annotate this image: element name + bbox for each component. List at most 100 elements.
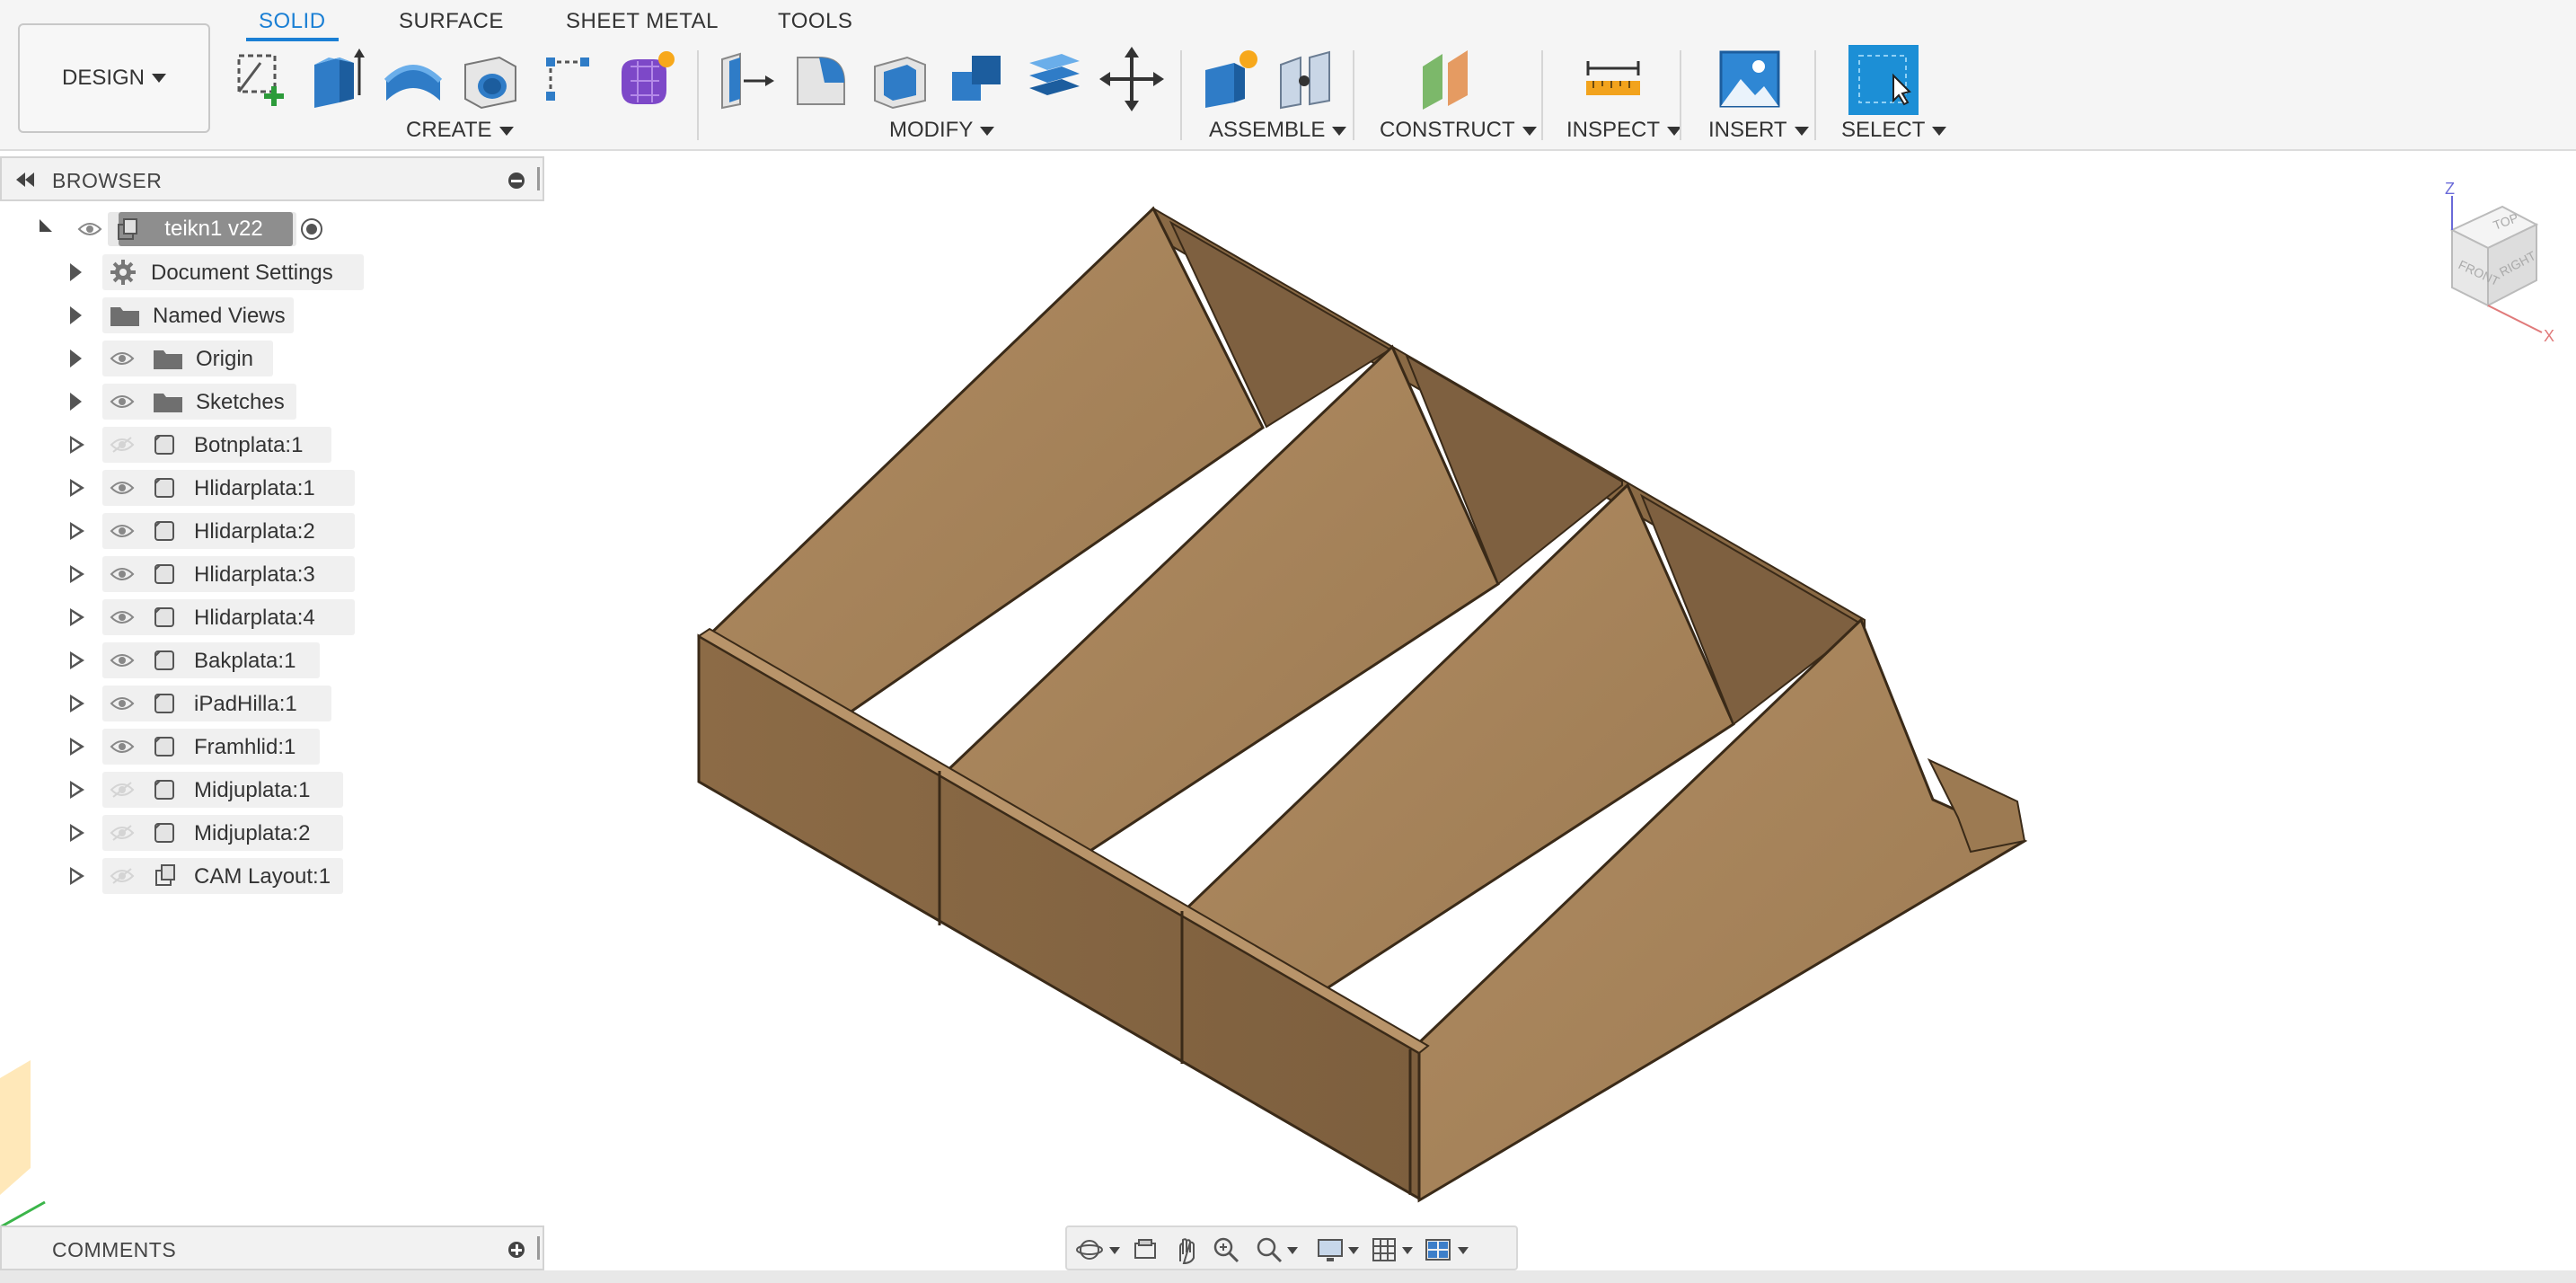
eye-icon[interactable] — [110, 565, 135, 583]
assemble-menu-label: ASSEMBLE — [1209, 118, 1326, 142]
browser-tree-item[interactable]: CAM Layout:1 — [0, 858, 544, 894]
create-sketch-icon[interactable] — [230, 45, 298, 113]
browser-tree-item[interactable]: Botnplata:1 — [0, 427, 544, 463]
eye-hidden-icon[interactable] — [110, 867, 135, 885]
chevron-down-icon[interactable] — [1107, 1234, 1123, 1265]
press-pull-icon[interactable] — [713, 45, 781, 113]
tab-tools[interactable]: TOOLS — [778, 9, 852, 34]
canvas-viewport[interactable] — [544, 151, 2576, 1270]
browser-tree-item[interactable]: Origin — [0, 341, 544, 376]
browser-tree-item[interactable]: Hlidarplata:4 — [0, 599, 544, 635]
model-body[interactable] — [697, 206, 2028, 1203]
eye-hidden-icon[interactable] — [110, 824, 135, 842]
tab-sheet-metal[interactable]: SHEET METAL — [566, 9, 719, 34]
orbit-icon[interactable] — [1074, 1234, 1105, 1265]
eye-hidden-icon[interactable] — [110, 781, 135, 799]
browser-tree-item[interactable]: Sketches — [0, 384, 544, 420]
move-copy-icon[interactable] — [1098, 45, 1166, 113]
browser-tree-item[interactable]: Framhlid:1 — [0, 729, 544, 765]
tab-surface[interactable]: SURFACE — [399, 9, 504, 34]
inspect-menu[interactable]: INSPECT — [1566, 118, 1682, 143]
hole-icon[interactable] — [456, 45, 525, 113]
offset-plane-icon[interactable] — [1416, 45, 1484, 113]
eye-icon[interactable] — [110, 738, 135, 756]
zoom-window-icon[interactable] — [1254, 1234, 1284, 1265]
eye-icon[interactable] — [110, 522, 135, 540]
browser-tree-item[interactable]: Midjuplata:2 — [0, 815, 544, 851]
browser-tree-item[interactable]: Document Settings — [0, 254, 544, 290]
display-settings-icon[interactable] — [1315, 1234, 1345, 1265]
look-at-icon[interactable] — [1130, 1234, 1160, 1265]
offset-face-icon[interactable] — [1020, 45, 1089, 113]
expand-toggle-icon[interactable] — [70, 350, 82, 367]
eye-icon[interactable] — [110, 393, 135, 411]
browser-tree-item[interactable]: Midjuplata:1 — [0, 772, 544, 808]
toolbar-divider — [697, 50, 699, 140]
extrude-icon[interactable] — [304, 45, 372, 113]
browser-tree-item[interactable]: Bakplata:1 — [0, 642, 544, 678]
eye-icon[interactable] — [110, 608, 135, 626]
expand-toggle-icon[interactable] — [70, 393, 82, 411]
modify-menu[interactable]: MODIFY — [889, 118, 995, 143]
grid-settings-icon[interactable] — [1369, 1234, 1399, 1265]
chevron-down-icon[interactable] — [1284, 1234, 1301, 1265]
new-component-icon[interactable] — [1198, 45, 1266, 113]
chevron-down-icon — [1932, 126, 1947, 136]
workspace-switcher-button[interactable]: DESIGN — [18, 23, 210, 133]
minimize-panel-icon[interactable] — [507, 171, 526, 190]
collapse-panel-icon[interactable] — [14, 171, 36, 189]
modify-menu-label: MODIFY — [889, 118, 974, 142]
construct-menu[interactable]: CONSTRUCT — [1380, 118, 1537, 143]
browser-tree-item[interactable]: iPadHilla:1 — [0, 686, 544, 721]
browser-tree-item[interactable]: Hlidarplata:3 — [0, 556, 544, 592]
viewports-icon[interactable] — [1423, 1234, 1453, 1265]
eye-icon[interactable] — [110, 479, 135, 497]
expand-toggle-icon[interactable] — [70, 306, 82, 324]
chevron-down-icon[interactable] — [1399, 1234, 1416, 1265]
eye-icon[interactable] — [110, 350, 135, 367]
comments-panel[interactable]: COMMENTS — [0, 1225, 544, 1270]
expand-toggle-icon[interactable] — [40, 219, 52, 232]
assemble-menu[interactable]: ASSEMBLE — [1209, 118, 1347, 143]
expand-toggle-icon[interactable] — [70, 263, 82, 281]
browser-tree-item[interactable]: Hlidarplata:1 — [0, 470, 544, 506]
select-menu[interactable]: SELECT — [1841, 118, 1947, 143]
joint-icon[interactable] — [1274, 45, 1342, 113]
navigation-bar — [1065, 1225, 1518, 1270]
add-comment-icon[interactable] — [507, 1240, 526, 1260]
expand-toggle-inner — [72, 655, 80, 666]
comments-title: COMMENTS — [52, 1238, 177, 1261]
panel-resize-handle[interactable] — [537, 167, 540, 190]
root-component[interactable]: teikn1 v22 — [118, 212, 293, 246]
view-cube[interactable]: TOP FRONT RIGHT Z X — [2416, 180, 2560, 350]
tab-solid[interactable]: SOLID — [246, 9, 338, 41]
create-menu[interactable]: CREATE — [406, 118, 514, 143]
insert-image-icon[interactable] — [1716, 45, 1784, 113]
gear-icon — [110, 260, 136, 285]
body-icon — [154, 823, 174, 843]
browser-tree-item[interactable]: Named Views — [0, 297, 544, 333]
combine-icon[interactable] — [943, 45, 1011, 113]
fillet-icon[interactable] — [789, 45, 857, 113]
zoom-icon[interactable] — [1211, 1234, 1241, 1265]
activate-radio-icon[interactable] — [300, 217, 323, 241]
create-form-icon[interactable] — [611, 45, 679, 113]
measure-icon[interactable] — [1579, 45, 1647, 113]
pattern-icon[interactable] — [534, 45, 602, 113]
chevron-down-icon[interactable] — [1345, 1234, 1362, 1265]
eye-hidden-icon[interactable] — [110, 436, 135, 454]
expand-toggle-inner — [72, 439, 80, 450]
revolve-icon[interactable] — [379, 45, 447, 113]
eye-icon[interactable] — [110, 695, 135, 712]
eye-icon[interactable] — [110, 651, 135, 669]
shell-icon[interactable] — [866, 45, 934, 113]
chevron-down-icon[interactable] — [1455, 1234, 1471, 1265]
pan-icon[interactable] — [1171, 1234, 1202, 1265]
select-tool-icon[interactable] — [1848, 45, 1919, 115]
eye-icon[interactable] — [77, 220, 102, 238]
insert-menu[interactable]: INSERT — [1708, 118, 1809, 143]
folder-icon — [154, 394, 182, 412]
browser-item-label: CAM Layout:1 — [194, 864, 331, 889]
panel-resize-handle[interactable] — [537, 1236, 540, 1260]
browser-tree-item[interactable]: Hlidarplata:2 — [0, 513, 544, 549]
